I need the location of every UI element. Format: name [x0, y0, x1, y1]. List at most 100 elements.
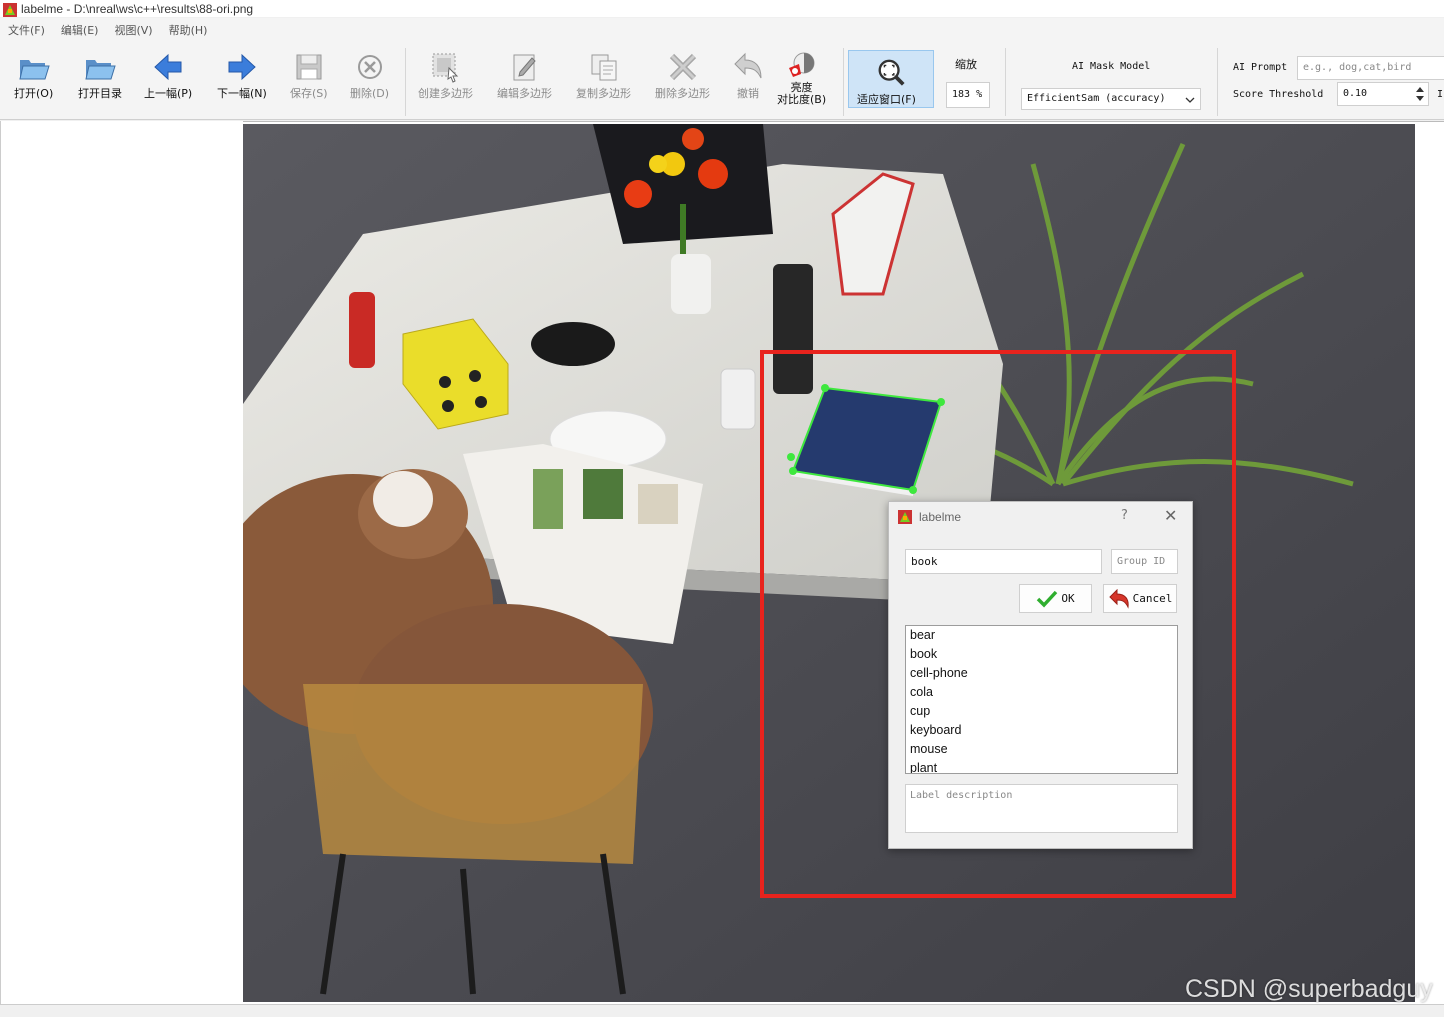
toolbar-separator: [1217, 48, 1218, 116]
cola-can: [349, 292, 375, 368]
arrow-right-icon: [228, 53, 256, 81]
ai-prompt-input[interactable]: e.g., dog,cat,bird: [1297, 56, 1444, 80]
polygon-vertex[interactable]: [937, 398, 945, 406]
polygon-vertex[interactable]: [789, 467, 797, 475]
list-item[interactable]: cup: [906, 702, 1177, 721]
toolbar-separator: [405, 48, 406, 116]
magnifier-fit-icon: [878, 59, 905, 86]
dialog-title: labelme: [919, 510, 962, 524]
ai-mask-model-select[interactable]: EfficientSam (accuracy): [1021, 88, 1201, 110]
fit-window-label: 适应窗口(F): [857, 93, 916, 106]
menu-help[interactable]: 帮助(H): [169, 22, 208, 38]
ai-mask-model-value: EfficientSam (accuracy): [1027, 93, 1166, 104]
create-polygon-button[interactable]: 创建多边形: [418, 50, 473, 100]
brightness-label-line2: 对比度(B): [777, 93, 827, 106]
cancel-button[interactable]: Cancel: [1103, 584, 1177, 613]
delete-polygon-button[interactable]: 删除多边形: [655, 50, 710, 100]
edit-polygon-button[interactable]: 编辑多边形: [497, 50, 552, 100]
zoom-field[interactable]: 183 %: [946, 82, 990, 108]
window-title: labelme - D:\nreal\ws\c++\results\88-ori…: [21, 1, 254, 16]
floppy-disk-icon: [296, 54, 322, 80]
bowl: [531, 322, 615, 366]
next-image-button[interactable]: 下一幅(N): [217, 50, 267, 100]
toolbar-separator: [843, 48, 844, 116]
ok-button[interactable]: OK: [1019, 584, 1092, 613]
open-dir-label: 打开目录: [78, 87, 122, 100]
save-label: 保存(S): [290, 87, 328, 100]
x-delete-icon: [669, 53, 696, 81]
undo-arrow-icon: [1108, 588, 1129, 609]
delete-label: 删除(D): [350, 87, 390, 100]
close-icon[interactable]: ✕: [1164, 506, 1177, 525]
open-button[interactable]: 打开(O): [14, 50, 53, 100]
status-bar: [0, 1004, 1444, 1017]
ok-label: OK: [1061, 592, 1075, 605]
copy-icon: [591, 54, 616, 81]
cup: [720, 368, 756, 430]
list-item[interactable]: cell-phone: [906, 664, 1177, 683]
label-dialog: labelme ? ✕ book Group ID OK Cancel bear…: [888, 501, 1193, 849]
title-bar: labelme - D:\nreal\ws\c++\results\88-ori…: [0, 0, 1444, 17]
canvas-blank-margin: [0, 121, 243, 1004]
edit-document-icon: [513, 54, 536, 81]
undo-label: 撤销: [737, 87, 759, 100]
score-threshold-value: 0.10: [1343, 88, 1368, 99]
watermark: CSDN @superbadguy: [1185, 975, 1433, 1003]
polygon-vertex[interactable]: [821, 384, 829, 392]
chair: [303, 684, 643, 864]
open-label: 打开(O): [14, 87, 54, 100]
menu-edit[interactable]: 编辑(E): [61, 22, 99, 38]
label-list[interactable]: bear book cell-phone cola cup keyboard m…: [905, 625, 1178, 774]
bottle: [773, 264, 813, 394]
create-polygon-label: 创建多边形: [418, 87, 473, 100]
arrow-left-icon: [154, 53, 182, 81]
chevron-down-icon: [1185, 97, 1195, 103]
copy-polygon-label: 复制多边形: [576, 87, 631, 100]
labelme-window: labelme - D:\nreal\ws\c++\results\88-ori…: [0, 0, 1444, 1017]
labelme-app-icon: [3, 2, 17, 17]
ai-prompt-label: AI Prompt: [1233, 62, 1288, 73]
cancel-label: Cancel: [1132, 592, 1173, 605]
menu-file[interactable]: 文件(F): [8, 22, 45, 38]
menu-bar: 文件(F) 编辑(E) 视图(V) 帮助(H): [0, 18, 1444, 42]
list-item[interactable]: plant: [906, 759, 1177, 773]
toolbar-separator: [1005, 48, 1006, 116]
delete-button[interactable]: 删除(D): [350, 50, 389, 100]
group-id-input[interactable]: Group ID: [1111, 549, 1178, 574]
polygon-vertex[interactable]: [909, 486, 917, 494]
ai-mask-model-label: AI Mask Model: [1072, 61, 1151, 72]
help-button[interactable]: ?: [1121, 508, 1128, 523]
menu-view[interactable]: 视图(V): [114, 22, 152, 38]
spin-arrows-icon[interactable]: [1413, 84, 1427, 104]
open-dir-button[interactable]: 打开目录: [78, 50, 122, 100]
list-item[interactable]: mouse: [906, 740, 1177, 759]
brightness-contrast-button[interactable]: 亮度 对比度(B): [777, 50, 826, 106]
list-item[interactable]: cola: [906, 683, 1177, 702]
next-label: 下一幅(N): [217, 87, 267, 100]
annotated-photo[interactable]: [243, 124, 1415, 1002]
label-description-input[interactable]: Label description: [905, 784, 1178, 833]
score-threshold-label: Score Threshold: [1233, 89, 1324, 100]
prev-image-button[interactable]: 上一幅(P): [144, 50, 192, 100]
list-item[interactable]: keyboard: [906, 721, 1177, 740]
label-input[interactable]: book: [905, 549, 1102, 574]
undo-arrow-icon: [734, 52, 762, 79]
folder-open-icon: [18, 60, 50, 80]
checkmark-icon: [1037, 590, 1058, 608]
fit-window-button[interactable]: 适应窗口(F): [848, 50, 934, 108]
save-button[interactable]: 保存(S): [290, 50, 328, 100]
edit-polygon-label: 编辑多边形: [497, 87, 552, 100]
zoom-label: 缩放: [955, 58, 977, 71]
copy-polygon-button[interactable]: 复制多边形: [576, 50, 631, 100]
folder-open-icon: [85, 60, 116, 80]
undo-button[interactable]: 撤销: [731, 50, 765, 100]
score-threshold-spinbox[interactable]: 0.10: [1337, 82, 1429, 106]
labelme-app-icon: [898, 509, 912, 524]
toolbar: 打开(O) 打开目录 上一幅(P) 下一幅(N) 保存(S) 删除(D) 创建多…: [0, 42, 1444, 120]
truncated-toolbar-label: I: [1437, 89, 1444, 100]
close-circle-icon: [357, 55, 382, 79]
list-item[interactable]: bear: [906, 626, 1177, 645]
list-item[interactable]: book: [906, 645, 1177, 664]
prev-label: 上一幅(P): [144, 87, 193, 100]
polygon-vertex[interactable]: [787, 453, 795, 461]
